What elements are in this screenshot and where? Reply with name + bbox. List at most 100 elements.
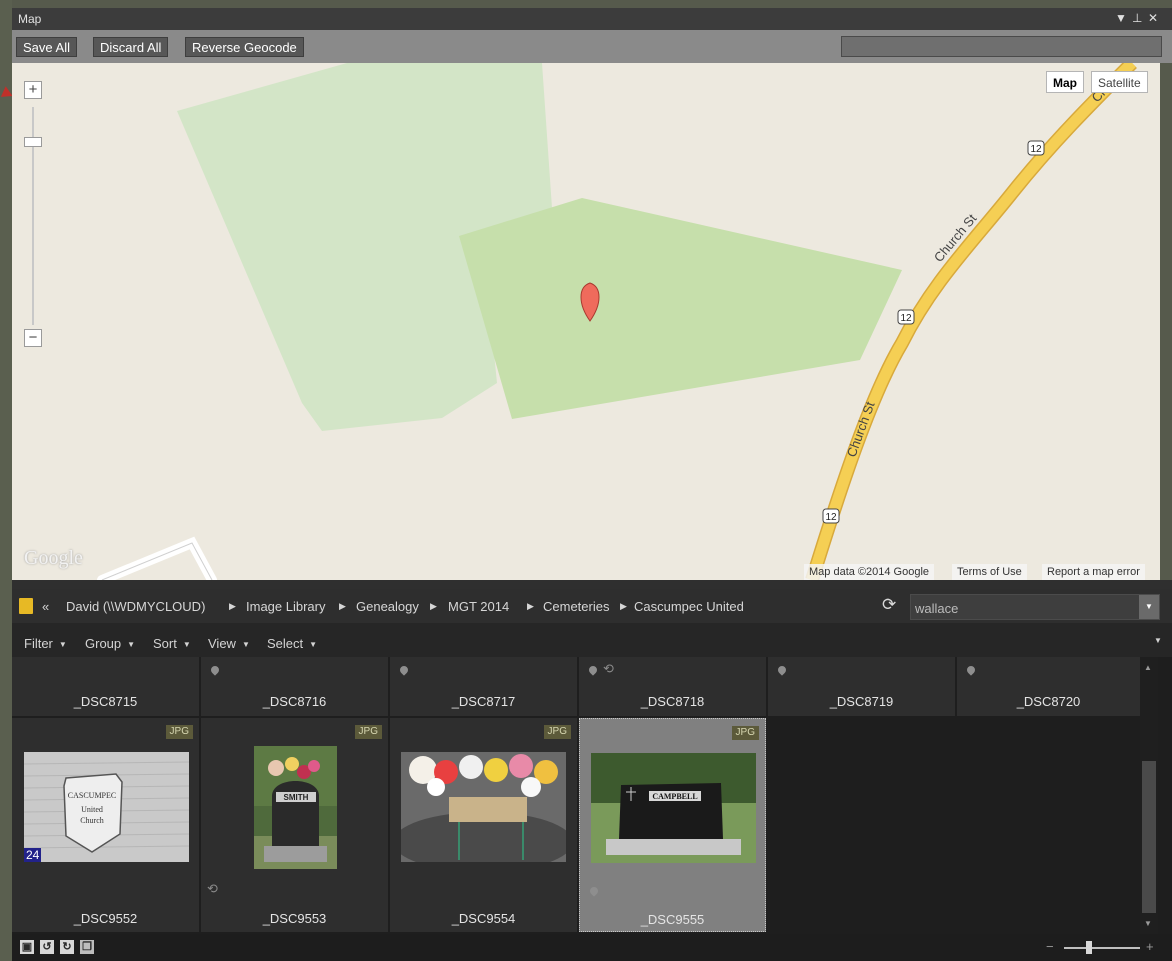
slider-track[interactable] [1064, 947, 1140, 949]
panel-menu-icon[interactable]: ▼ [1115, 11, 1127, 25]
sync-icon: ⟲ [603, 661, 614, 676]
breadcrumb-separator-icon: ▶ [527, 601, 534, 611]
sort-label: Sort [153, 636, 177, 651]
filter-menu[interactable]: Filter ▼ [24, 636, 67, 651]
panel-close-icon[interactable]: ✕ [1148, 11, 1158, 25]
save-all-button[interactable]: Save All [16, 37, 77, 57]
svg-text:Church: Church [80, 816, 104, 825]
refresh-icon[interactable]: ⟳ [882, 596, 896, 613]
view-label: View [208, 636, 236, 651]
chevron-down-icon: ▼ [127, 640, 136, 649]
thumbnail-image: CASCUMPEC United Church 24 [24, 752, 189, 862]
status-bar: ▣ ↺ ↻ ❐ − + [12, 934, 1172, 961]
search-dropdown-icon[interactable]: ▼ [1139, 595, 1159, 619]
map-canvas: 12 12 12 Church St Church St Ch [97, 63, 1137, 580]
thumbnail-filename: _DSC8716 [262, 694, 327, 709]
chevron-down-icon: ▼ [241, 640, 250, 649]
map-type-map-button[interactable]: Map [1046, 71, 1084, 93]
sort-menu[interactable]: Sort ▼ [153, 636, 191, 651]
jpg-badge: JPG [543, 725, 571, 739]
thumbnail-cell[interactable]: _DSC8720 [957, 657, 1140, 716]
breadcrumb-item-cascumpec-united[interactable]: Cascumpec United [634, 599, 744, 614]
breadcrumb-separator-icon: ▶ [339, 601, 346, 611]
svg-text:12: 12 [825, 512, 837, 523]
filter-bar: Filter ▼ Group ▼ Sort ▼ View ▼ Select ▼ ▼ [12, 623, 1172, 657]
thumbnail-cell[interactable]: JPG CASCUMPEC United Church 24 _DSC9552 [12, 718, 199, 932]
route-shield-1: 12 [1027, 140, 1045, 156]
breadcrumb-item-cemeteries[interactable]: Cemeteries [543, 599, 609, 614]
desktop-edge [0, 0, 12, 961]
park-area-center [459, 198, 902, 419]
panel-separator[interactable] [12, 580, 1172, 589]
google-logo: Google [24, 547, 83, 569]
grid-scrollbar[interactable]: ▲ ▼ [1140, 657, 1158, 934]
thumbnail-filename: _DSC8717 [451, 694, 516, 709]
rotate-left-icon[interactable]: ↺ [40, 940, 54, 954]
zoom-in-button[interactable]: + [24, 81, 42, 99]
scroll-down-icon[interactable]: ▼ [1144, 919, 1152, 928]
map-view[interactable]: 12 12 12 Church St Church St Ch + − Map … [12, 63, 1160, 580]
terms-of-use-link[interactable]: Terms of Use [952, 564, 1027, 580]
zoom-out-icon[interactable]: − [1046, 939, 1054, 954]
filter-label: Filter [24, 636, 53, 651]
thumbnail-cell[interactable]: _DSC8717 [390, 657, 577, 716]
thumbnail-filename: _DSC9553 [262, 911, 327, 926]
thumbnail-cell[interactable]: ⟲ _DSC8718 [579, 657, 766, 716]
breadcrumb-item-david[interactable]: David (\\WDMYCLOUD) [66, 599, 205, 614]
geotag-pin-icon [587, 664, 599, 676]
slider-knob[interactable] [1086, 941, 1092, 954]
breadcrumb-separator-icon: ▶ [430, 601, 437, 611]
map-type-satellite-button[interactable]: Satellite [1091, 71, 1148, 93]
scroll-up-icon[interactable]: ▲ [1144, 663, 1152, 672]
thumbnail-cell[interactable]: _DSC8716 [201, 657, 388, 716]
image-info-icon[interactable]: ▣ [20, 940, 34, 954]
breadcrumb-item-genealogy[interactable]: Genealogy [356, 599, 419, 614]
thumbnail-cell[interactable]: _DSC8719 [768, 657, 955, 716]
map-toolbar: Save All Discard All Reverse Geocode [12, 30, 1172, 63]
street-label-church-st-lower: Church St [844, 399, 878, 459]
thumbnail-cell[interactable]: JPG SMITH ⟲ _DSC9553 [201, 718, 388, 932]
thumbnail-filename: _DSC9552 [73, 911, 138, 926]
view-menu[interactable]: View ▼ [208, 636, 250, 651]
thumbnail-image [401, 752, 566, 862]
jpg-badge: JPG [354, 725, 382, 739]
zoom-slider-handle[interactable] [24, 137, 42, 147]
thumbnail-image: SMITH [254, 746, 337, 869]
geotag-pin-icon [209, 664, 221, 676]
svg-text:CASCUMPEC: CASCUMPEC [68, 791, 116, 800]
svg-text:12: 12 [900, 313, 912, 324]
group-menu[interactable]: Group ▼ [85, 636, 135, 651]
breadcrumb-back[interactable]: « [42, 599, 49, 614]
search-box[interactable]: ▼ [910, 594, 1160, 621]
chevron-down-icon: ▼ [309, 640, 318, 649]
group-label: Group [85, 636, 122, 651]
svg-text:United: United [81, 805, 103, 814]
thumbnail-cell[interactable]: _DSC8715 [12, 657, 199, 716]
select-menu[interactable]: Select ▼ [267, 636, 317, 651]
filterbar-overflow-icon[interactable]: ▼ [1154, 636, 1162, 645]
breadcrumb-item-image-library[interactable]: Image Library [246, 599, 325, 614]
discard-all-button[interactable]: Discard All [93, 37, 169, 57]
panel-pin-icon[interactable]: ⊥ [1132, 11, 1142, 25]
panel-title: Map [18, 12, 42, 26]
scrollbar-thumb[interactable] [1142, 761, 1156, 913]
svg-text:CAMPBELL: CAMPBELL [652, 792, 697, 801]
zoom-out-button[interactable]: − [24, 329, 42, 347]
search-input[interactable] [911, 595, 1137, 621]
layers-icon[interactable]: ❐ [80, 940, 94, 954]
thumbnail-cell-selected[interactable]: JPG CAMPBELL _DSC9555 [579, 718, 766, 932]
location-field[interactable] [841, 36, 1162, 57]
breadcrumb-item-mgt-2014[interactable]: MGT 2014 [448, 599, 509, 614]
route-shield-2: 12 [897, 309, 915, 325]
thumbnail-cell[interactable]: JPG _DSC9554 [390, 718, 577, 932]
count-badge: 24 [24, 848, 42, 862]
report-map-error-link[interactable]: Report a map error [1042, 564, 1145, 580]
thumbnail-filename: _DSC8720 [1016, 694, 1081, 709]
zoom-in-icon[interactable]: + [1146, 939, 1154, 954]
reverse-geocode-button[interactable]: Reverse Geocode [185, 37, 304, 57]
thumbnail-grid: _DSC8715 _DSC8716 _DSC8717 ⟲ _DSC8718 _D… [12, 657, 1172, 934]
thumbnail-size-slider[interactable]: − + [1046, 939, 1156, 954]
folder-icon [19, 598, 33, 614]
rotate-right-icon[interactable]: ↻ [60, 940, 74, 954]
svg-text:SMITH: SMITH [284, 793, 309, 802]
